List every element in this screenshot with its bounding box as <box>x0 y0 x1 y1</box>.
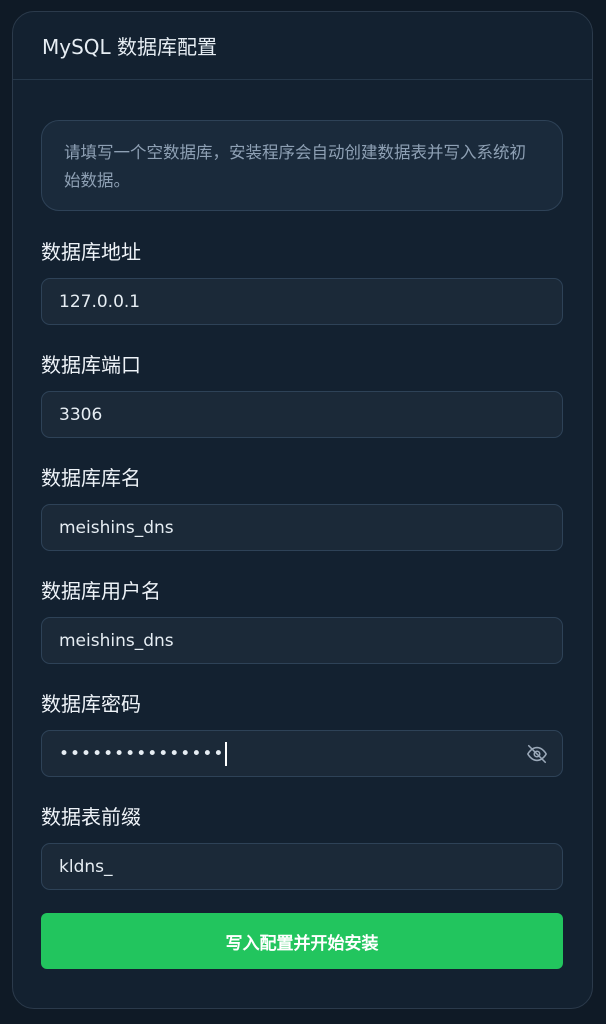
host-value: 127.0.0.1 <box>59 291 141 312</box>
port-input[interactable]: 3306 <box>41 391 563 438</box>
info-notice: 请填写一个空数据库，安装程序会自动创建数据表并写入系统初始数据。 <box>41 120 563 211</box>
prefix-input[interactable]: kldns_ <box>41 843 563 890</box>
database-name-label: 数据库库名 <box>41 466 141 490</box>
text-caret <box>225 741 228 766</box>
card-body: 请填写一个空数据库，安装程序会自动创建数据表并写入系统初始数据。 数据库地址 1… <box>13 80 592 969</box>
install-card: MySQL 数据库配置 请填写一个空数据库，安装程序会自动创建数据表并写入系统初… <box>12 11 593 1009</box>
password-input[interactable]: ••••••••••••••• <box>41 730 563 777</box>
prefix-label: 数据表前缀 <box>41 805 141 829</box>
host-input[interactable]: 127.0.0.1 <box>41 278 563 325</box>
port-label: 数据库端口 <box>41 353 141 377</box>
username-input[interactable]: meishins_dns <box>41 617 563 664</box>
prefix-value: kldns_ <box>59 856 113 877</box>
database-name-value: meishins_dns <box>59 517 174 538</box>
host-label: 数据库地址 <box>41 240 141 264</box>
install-button[interactable]: 写入配置并开始安装 <box>41 913 563 969</box>
password-dots: ••••••••••••••• <box>59 743 225 764</box>
port-value: 3306 <box>59 404 103 425</box>
password-label: 数据库密码 <box>41 692 141 716</box>
username-value: meishins_dns <box>59 630 174 651</box>
card-header: MySQL 数据库配置 <box>13 12 592 80</box>
database-name-input[interactable]: meishins_dns <box>41 504 563 551</box>
card-title: MySQL 数据库配置 <box>42 35 218 59</box>
eye-off-icon[interactable] <box>526 743 548 765</box>
password-value: ••••••••••••••• <box>59 741 526 766</box>
username-label: 数据库用户名 <box>41 579 161 603</box>
